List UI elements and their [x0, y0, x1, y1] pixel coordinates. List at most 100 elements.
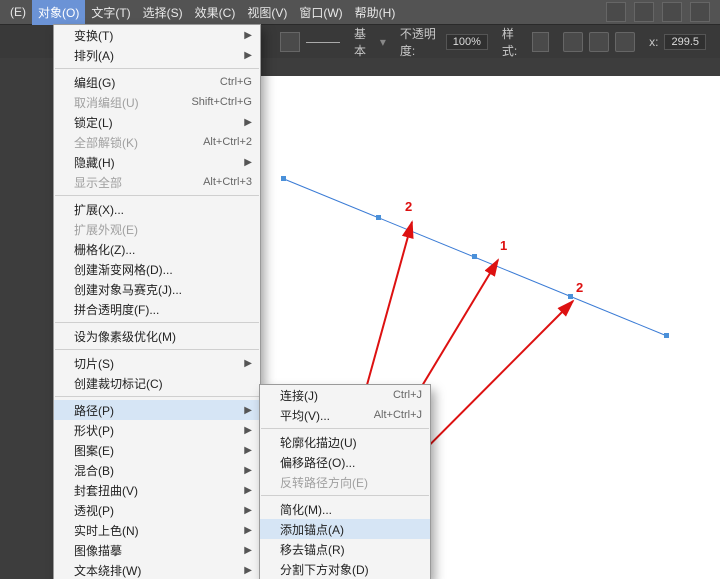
menu-item[interactable]: 拼合透明度(F)...	[54, 299, 260, 319]
menu-item-label: 锁定(L)	[74, 114, 238, 131]
menu-item[interactable]: 图案(E)▶	[54, 440, 260, 460]
menu-item[interactable]: 实时上色(N)▶	[54, 520, 260, 540]
menubar-item[interactable]: 选择(S)	[137, 0, 189, 25]
menu-separator	[261, 428, 429, 429]
menu-separator	[55, 322, 259, 323]
menu-item: 显示全部 Alt+Ctrl+3	[54, 172, 260, 192]
menubar-item[interactable]: (E)	[4, 1, 32, 23]
menu-item-label: 平均(V)...	[280, 407, 366, 424]
menu-item: 取消编组(U)Shift+Ctrl+G	[54, 92, 260, 112]
menu-item[interactable]: 路径(P) ▶	[54, 400, 260, 420]
submenu-arrow-icon: ▶	[244, 50, 252, 61]
menu-item-label: 分割下方对象(D)	[280, 561, 422, 578]
menu-item[interactable]: 设为像素级优化(M)	[54, 326, 260, 346]
menu-separator	[55, 195, 259, 196]
panel-icon[interactable]	[606, 2, 626, 22]
menu-shortcut: Alt+Ctrl+2	[203, 136, 252, 148]
style-swatch[interactable]	[532, 32, 550, 52]
menu-item[interactable]: 连接(J)Ctrl+J	[260, 385, 430, 405]
menubar-item[interactable]: 文字(T)	[85, 0, 136, 25]
menu-item[interactable]: 文本绕排(W)▶	[54, 560, 260, 579]
menu-item-label: 封套扭曲(V)	[74, 482, 238, 499]
menu-item[interactable]: 变换(T)▶	[54, 25, 260, 45]
menu-item-label: 偏移路径(O)...	[280, 454, 422, 471]
coord-x-value[interactable]: 299.5	[664, 34, 706, 50]
menubar-item-object[interactable]: 对象(O)	[32, 0, 85, 25]
menu-item-label: 简化(M)...	[280, 501, 422, 518]
panel-icon[interactable]	[634, 2, 654, 22]
stroke-preview	[306, 42, 340, 43]
path-submenu: 连接(J)Ctrl+J 平均(V)... Alt+Ctrl+J 轮廓化描边(U) 偏移路…	[259, 384, 431, 579]
menu-item-label: 连接(J)	[280, 387, 385, 404]
menu-item-label: 路径(P)	[74, 402, 238, 419]
menu-item-label: 扩展(X)...	[74, 201, 252, 218]
menu-item[interactable]: 轮廓化描边(U)	[260, 432, 430, 452]
submenu-arrow-icon: ▶	[244, 425, 252, 436]
menu-item[interactable]: 添加锚点(A)	[260, 519, 430, 539]
panel-icon[interactable]	[662, 2, 682, 22]
menu-item[interactable]: 平均(V)... Alt+Ctrl+J	[260, 405, 430, 425]
menu-item-label: 编组(G)	[74, 74, 212, 91]
style-label: 样式:	[502, 25, 526, 59]
menu-item[interactable]: 透视(P)▶	[54, 500, 260, 520]
coord-x-label: x:	[649, 35, 658, 49]
submenu-arrow-icon: ▶	[244, 358, 252, 369]
menu-item[interactable]: 创建裁切标记(C)	[54, 373, 260, 393]
menu-item[interactable]: 隐藏(H)▶	[54, 152, 260, 172]
shape-icon[interactable]	[615, 32, 635, 52]
menubar-item[interactable]: 窗口(W)	[293, 0, 348, 25]
menu-item[interactable]: 栅格化(Z)...	[54, 239, 260, 259]
menu-shortcut: Alt+Ctrl+3	[203, 176, 252, 188]
menu-item-label: 混合(B)	[74, 462, 238, 479]
menu-item[interactable]: 编组(G) Ctrl+G	[54, 72, 260, 92]
menu-item[interactable]: 混合(B) ▶	[54, 460, 260, 480]
menu-item-label: 显示全部	[74, 174, 195, 191]
menu-item-label: 创建裁切标记(C)	[74, 375, 252, 392]
menu-item[interactable]: 图像描摹▶	[54, 540, 260, 560]
menu-shortcut: Alt+Ctrl+J	[374, 409, 422, 421]
menubar-item[interactable]: 效果(C)	[189, 0, 242, 25]
menu-item: 扩展外观(E)	[54, 219, 260, 239]
menu-item[interactable]: 锁定(L) ▶	[54, 112, 260, 132]
menu-item[interactable]: 封套扭曲(V)▶	[54, 480, 260, 500]
submenu-arrow-icon: ▶	[244, 465, 252, 476]
menu-item-label: 设为像素级优化(M)	[74, 328, 252, 345]
menubar-item[interactable]: 帮助(H)	[349, 0, 402, 25]
menu-item[interactable]: 偏移路径(O)...	[260, 452, 430, 472]
menu-item-label: 排列(A)	[74, 47, 238, 64]
menu-item[interactable]: 创建对象马赛克(J)...	[54, 279, 260, 299]
menu-separator	[55, 349, 259, 350]
menu-item[interactable]: 移去锚点(R)	[260, 539, 430, 559]
menu-item[interactable]: 创建渐变网格(D)...	[54, 259, 260, 279]
menu-item[interactable]: 简化(M)...	[260, 499, 430, 519]
submenu-arrow-icon: ▶	[244, 525, 252, 536]
menu-item-label: 扩展外观(E)	[74, 221, 252, 238]
menu-shortcut: Ctrl+G	[220, 76, 252, 88]
menu-item-label: 创建渐变网格(D)...	[74, 261, 252, 278]
menu-item[interactable]: 形状(P)▶	[54, 420, 260, 440]
menu-item-label: 图案(E)	[74, 442, 238, 459]
submenu-arrow-icon: ▶	[244, 157, 252, 168]
menu-item: 全部解锁(K)Alt+Ctrl+2	[54, 132, 260, 152]
menu-item[interactable]: 排列(A) ▶	[54, 45, 260, 65]
opacity-value[interactable]: 100%	[446, 34, 488, 50]
menu-item-label: 添加锚点(A)	[280, 521, 422, 538]
submenu-arrow-icon: ▶	[244, 117, 252, 128]
opacity-label: 不透明度:	[400, 25, 440, 59]
menubar-item[interactable]: 视图(V)	[241, 0, 293, 25]
panel-icon[interactable]	[690, 2, 710, 22]
menu-item-label: 拼合透明度(F)...	[74, 301, 252, 318]
submenu-arrow-icon: ▶	[244, 545, 252, 556]
transform-icon[interactable]	[589, 32, 609, 52]
menu-item[interactable]: 分割下方对象(D)	[260, 559, 430, 579]
submenu-arrow-icon: ▶	[244, 405, 252, 416]
menu-item-label: 取消编组(U)	[74, 94, 183, 111]
menu-item[interactable]: 切片(S)▶	[54, 353, 260, 373]
menu-separator	[55, 396, 259, 397]
align-icon[interactable]	[563, 32, 583, 52]
fill-swatch[interactable]	[280, 32, 300, 52]
toolbox[interactable]	[0, 58, 56, 579]
menu-item-label: 文本绕排(W)	[74, 562, 238, 579]
menu-item[interactable]: 扩展(X)...	[54, 199, 260, 219]
menu-item-label: 移去锚点(R)	[280, 541, 422, 558]
